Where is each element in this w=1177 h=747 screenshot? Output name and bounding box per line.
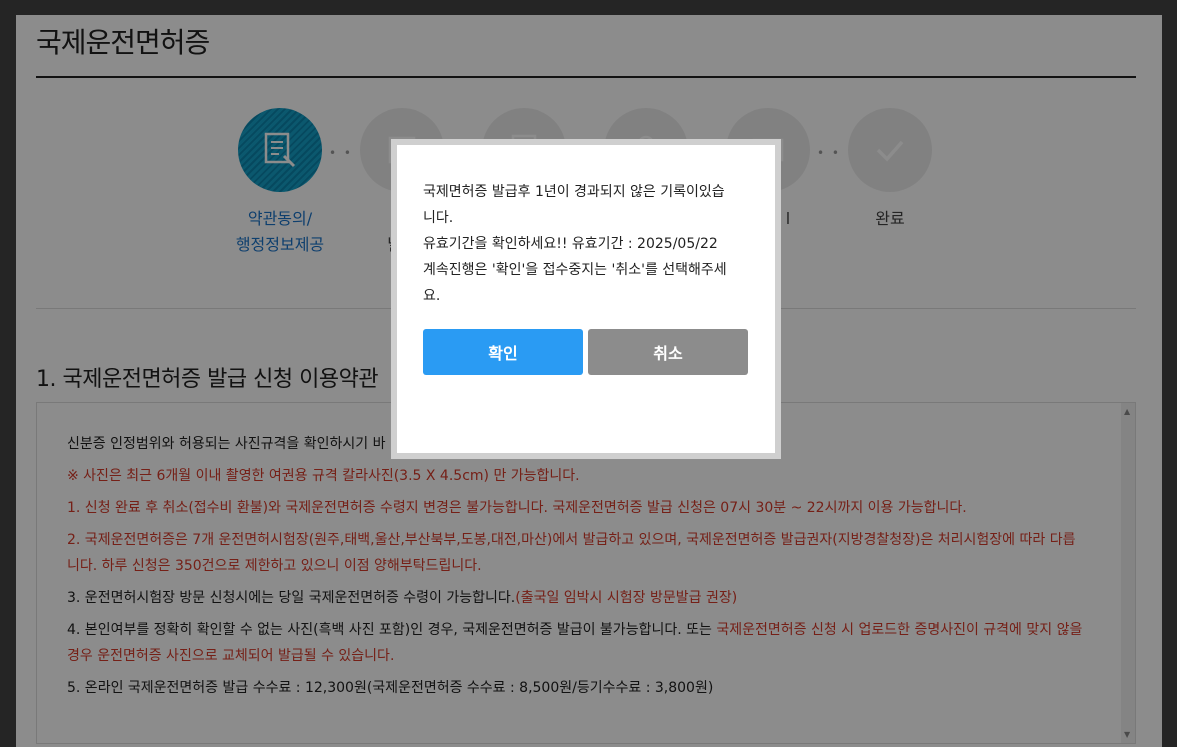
alert-message: 국제면허증 발급후 1년이 경과되지 않은 기록이있습 니다. 유효기간을 확인…	[423, 184, 727, 304]
cancel-button[interactable]: 취소	[588, 329, 748, 375]
confirm-button[interactable]: 확인	[423, 329, 583, 375]
alert-dialog: 국제면허증 발급후 1년이 경과되지 않은 기록이있습 니다. 유효기간을 확인…	[391, 139, 781, 459]
